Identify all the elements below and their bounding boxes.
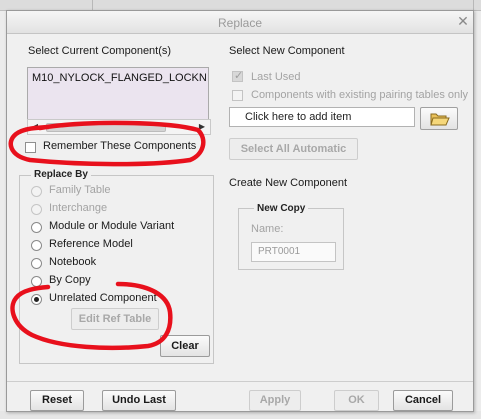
- annotation-circle-unrelated: [10, 281, 173, 351]
- annotation-circle-remember: [8, 120, 206, 167]
- annotation-overlay: [8, 120, 206, 351]
